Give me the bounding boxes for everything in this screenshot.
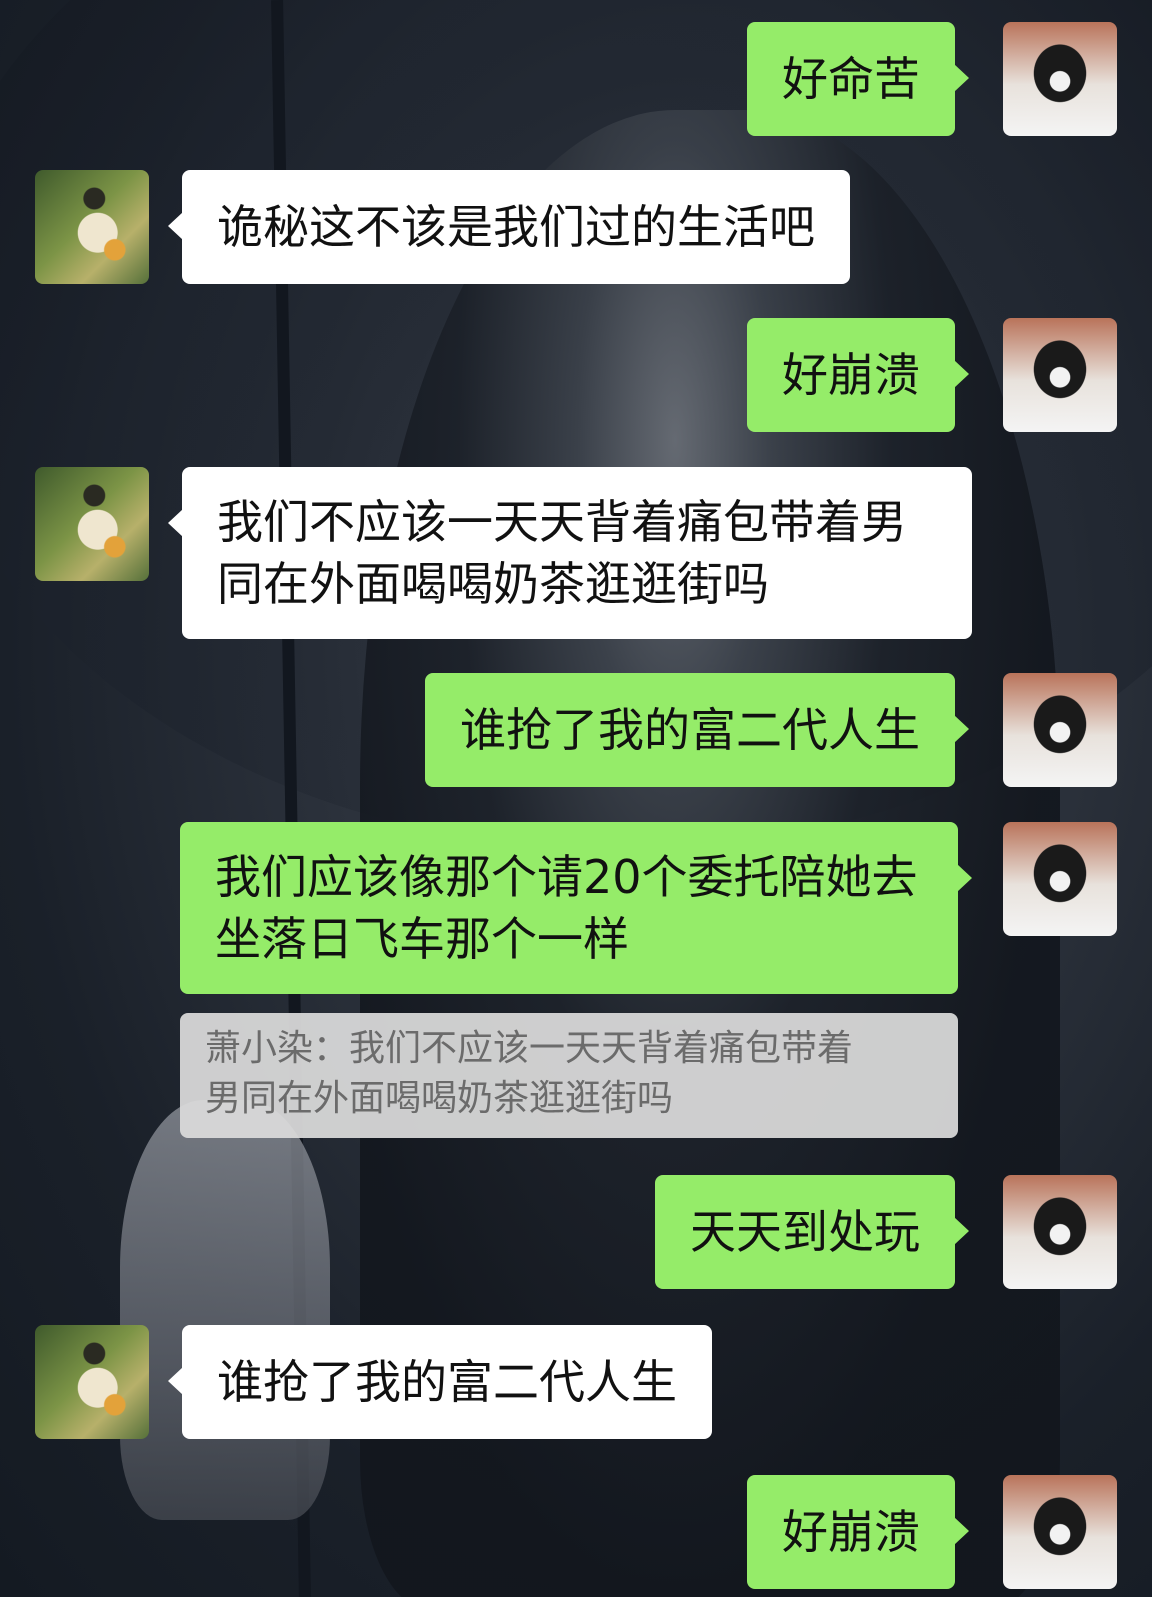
dog-avatar[interactable] <box>1003 22 1117 136</box>
message-text-line: 我们应该像那个请20个委托陪她去 <box>215 850 918 904</box>
message-text-line: 同在外面喝喝奶茶逛逛街吗 <box>217 557 769 611</box>
message-bubble[interactable]: 谁抢了我的富二代人生 <box>168 1325 712 1439</box>
message-text-line: 坐落日飞车那个一样 <box>215 912 629 966</box>
girl-avatar[interactable] <box>35 467 149 581</box>
message-text-line: 我们不应该一天天背着痛包带着男 <box>217 495 907 549</box>
message-text: 谁抢了我的富二代人生 <box>460 703 920 757</box>
dog-avatar[interactable] <box>1003 1175 1117 1289</box>
girl-avatar[interactable] <box>35 1325 149 1439</box>
dog-avatar[interactable] <box>1003 318 1117 432</box>
message-bubble[interactable]: 谁抢了我的富二代人生 <box>425 673 969 787</box>
quote-line: 男同在外面喝喝奶茶逛逛街吗 <box>205 1078 674 1119</box>
message-text: 天天到处玩 <box>690 1205 920 1259</box>
wallpaper-hand <box>120 1100 330 1520</box>
girl-avatar[interactable] <box>35 170 149 284</box>
message-text: 诡秘这不该是我们过的生活吧 <box>217 200 815 254</box>
message-bubble[interactable]: 我们应该像那个请20个委托陪她去 坐落日飞车那个一样 <box>180 822 972 994</box>
dog-avatar[interactable] <box>1003 673 1117 787</box>
quoted-message[interactable]: 萧小染：我们不应该一天天背着痛包带着 男同在外面喝喝奶茶逛逛街吗 <box>180 1013 958 1138</box>
message-bubble[interactable]: 好崩溃 <box>747 1475 969 1589</box>
message-text: 好命苦 <box>782 52 920 106</box>
message-text: 谁抢了我的富二代人生 <box>217 1355 677 1409</box>
message-text: 好崩溃 <box>782 348 920 402</box>
dog-avatar[interactable] <box>1003 822 1117 936</box>
message-bubble[interactable]: 好命苦 <box>747 22 969 136</box>
message-bubble[interactable]: 我们不应该一天天背着痛包带着男 同在外面喝喝奶茶逛逛街吗 <box>168 467 972 639</box>
message-bubble[interactable]: 天天到处玩 <box>655 1175 969 1289</box>
message-text: 好崩溃 <box>782 1505 920 1559</box>
message-bubble[interactable]: 好崩溃 <box>747 318 969 432</box>
quote-line: 萧小染：我们不应该一天天背着痛包带着 <box>205 1028 854 1069</box>
dog-avatar[interactable] <box>1003 1475 1117 1589</box>
message-bubble[interactable]: 诡秘这不该是我们过的生活吧 <box>168 170 850 284</box>
